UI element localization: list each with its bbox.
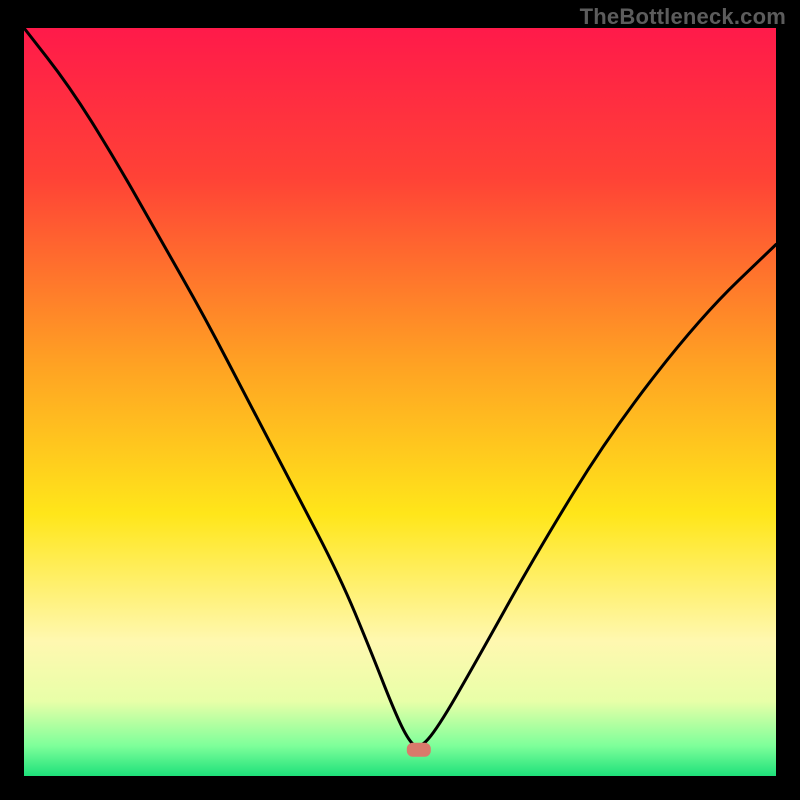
plot-svg <box>24 28 776 776</box>
plot-area <box>24 28 776 776</box>
watermark-text: TheBottleneck.com <box>580 4 786 30</box>
chart-frame: TheBottleneck.com <box>0 0 800 800</box>
gradient-background <box>24 28 776 776</box>
minimum-marker <box>407 743 431 757</box>
